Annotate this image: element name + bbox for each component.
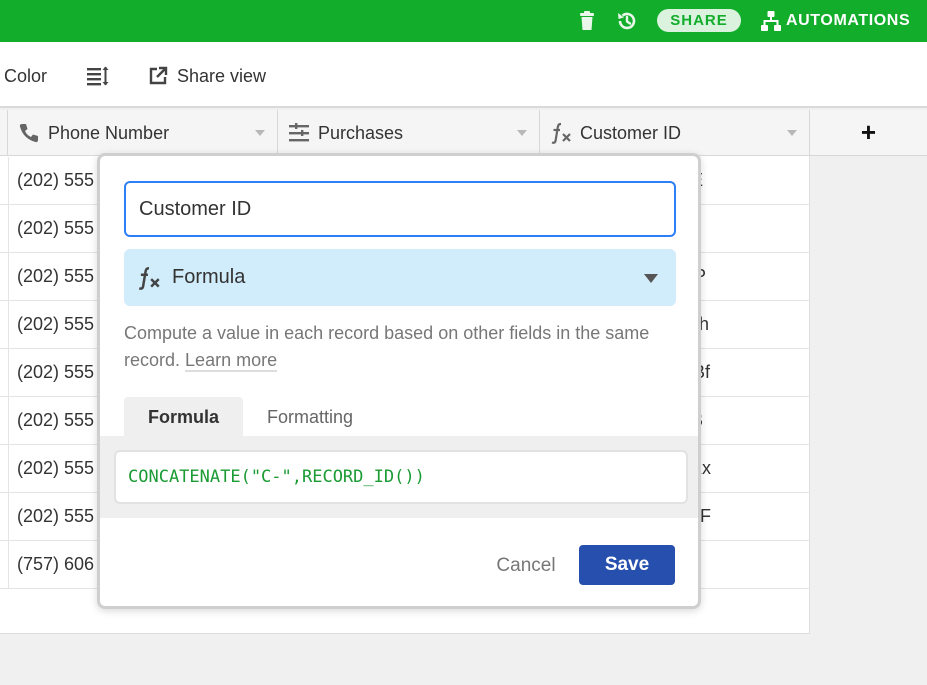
trash-icon[interactable]	[575, 9, 599, 33]
automations-icon	[760, 10, 782, 32]
add-column-button[interactable]: +	[810, 110, 927, 156]
column-header-label: Purchases	[318, 122, 404, 143]
row-height-icon[interactable]	[86, 64, 110, 88]
automations-label: AUTOMATIONS	[786, 12, 911, 29]
multiline-text-icon	[286, 122, 312, 144]
header-gutter	[0, 110, 8, 156]
field-config-dialog: Formula Compute a value in each record b…	[97, 153, 701, 609]
phone-cell[interactable]: (202) 555	[17, 218, 94, 239]
history-icon[interactable]	[615, 9, 639, 33]
column-header-phone-number[interactable]: Phone Number	[8, 110, 278, 156]
chevron-down-icon[interactable]	[787, 130, 797, 136]
column-header-customer-id[interactable]: Customer ID	[540, 110, 810, 156]
phone-icon	[16, 122, 42, 144]
phone-cell[interactable]: (757) 606	[17, 554, 94, 575]
formula-editor[interactable]: CONCATENATE("C-",RECORD_ID())	[114, 450, 688, 504]
share-view-label: Share view	[177, 65, 267, 86]
automations-button[interactable]: AUTOMATIONS	[760, 9, 910, 33]
phone-cell[interactable]: (202) 555	[17, 314, 94, 335]
column-header-purchases[interactable]: Purchases	[278, 110, 540, 156]
formula-tabs: Formula Formatting	[124, 397, 377, 437]
chevron-down-icon	[644, 274, 658, 283]
phone-cell[interactable]: (202) 555	[17, 410, 94, 431]
field-name-input[interactable]	[124, 181, 676, 237]
field-type-description: Compute a value in each record based on …	[124, 320, 664, 374]
view-toolbar: Color Share view	[0, 42, 927, 108]
phone-cell[interactable]: (202) 555	[17, 362, 94, 383]
phone-cell[interactable]: (202) 555	[17, 506, 94, 527]
tab-formatting[interactable]: Formatting	[243, 397, 377, 437]
external-link-icon	[148, 66, 168, 86]
share-button[interactable]: SHARE	[657, 9, 741, 32]
phone-cell[interactable]: (202) 555	[17, 458, 94, 479]
grid-header: Phone Number Purchases Customer ID	[0, 110, 927, 156]
learn-more-link[interactable]: Learn more	[185, 350, 278, 372]
formula-icon	[136, 265, 162, 291]
formula-icon	[548, 122, 574, 144]
save-button[interactable]: Save	[579, 545, 675, 585]
field-type-label: Formula	[172, 266, 246, 288]
chevron-down-icon[interactable]	[517, 130, 527, 136]
formula-panel: CONCATENATE("C-",RECORD_ID())	[100, 436, 698, 518]
phone-cell[interactable]: (202) 555	[17, 170, 94, 191]
color-button[interactable]: Color	[4, 66, 47, 87]
column-header-label: Customer ID	[580, 122, 682, 143]
chevron-down-icon[interactable]	[255, 130, 265, 136]
cancel-button[interactable]: Cancel	[486, 546, 566, 586]
share-view-button[interactable]: Share view	[148, 64, 266, 88]
field-type-select[interactable]: Formula	[124, 249, 676, 306]
top-bar: SHARE AUTOMATIONS	[0, 0, 927, 42]
tab-formula[interactable]: Formula	[124, 397, 244, 437]
phone-cell[interactable]: (202) 555	[17, 266, 94, 287]
column-header-label: Phone Number	[48, 122, 170, 143]
